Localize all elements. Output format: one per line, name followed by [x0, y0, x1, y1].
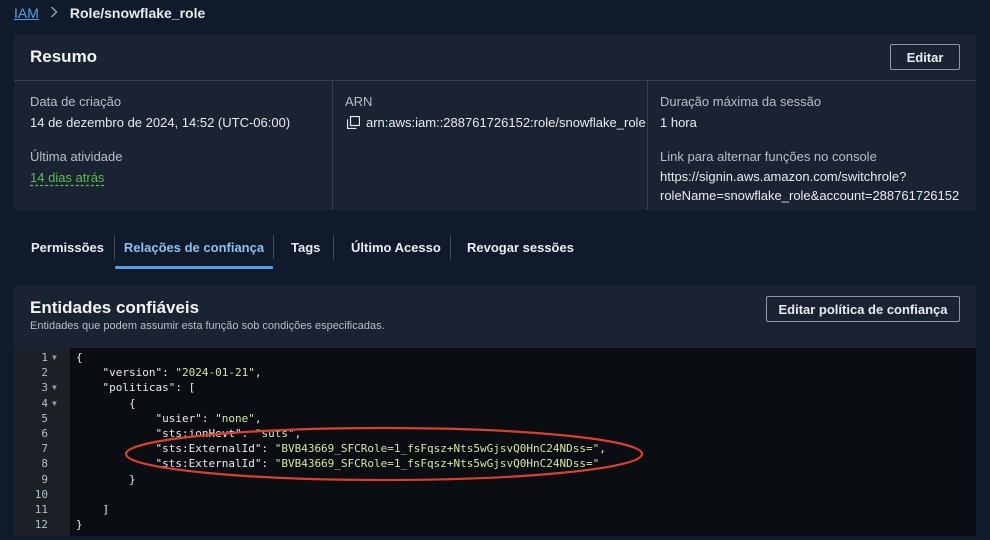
tab-revoke-sessions[interactable]: Revogar sessões	[467, 226, 574, 268]
line-number: 7	[41, 442, 48, 456]
last-activity-link[interactable]: 14 dias atrás	[30, 170, 104, 185]
code-line: 12}	[14, 517, 976, 532]
tab-tags[interactable]: Tags	[291, 226, 320, 268]
created-value: 14 de dezembro de 2024, 14:52 (UTC-06:00…	[30, 115, 291, 130]
trusted-entities-title: Entidades confiáveis	[30, 298, 200, 317]
max-session-value: 1 hora	[660, 115, 697, 130]
line-number: 12	[34, 518, 48, 532]
breadcrumb-current: Role/snowflake_role	[69, 5, 206, 21]
breadcrumb-iam-link[interactable]: IAM	[14, 5, 39, 21]
trusted-entities-subtitle: Entidades que podem assumir esta função …	[30, 320, 385, 332]
line-number: 11	[34, 503, 48, 516]
code-text: }	[76, 472, 136, 486]
switch-link-label: Link para alternar funções no console	[660, 149, 877, 164]
tab-trust-label: Relações de confiança	[123, 239, 265, 255]
tab-separator	[333, 235, 334, 259]
code-line: 9 }	[14, 472, 976, 487]
tab-last-accessed[interactable]: Último Acesso	[351, 226, 441, 268]
line-number: 10	[34, 487, 48, 501]
tab-separator	[450, 235, 451, 259]
tab-bar: Permissões Relações de confiança Tags Úl…	[14, 226, 976, 269]
created-label: Data de criação	[30, 94, 122, 109]
code-line: 11 ]	[14, 502, 976, 517]
code-text: "version": "2024-01-21",	[102, 366, 262, 380]
code-line: 7 "sts:ExternalId": "BVB43669_SFCRole=1_…	[14, 441, 976, 456]
code-line: 1 ▼ {	[14, 350, 976, 365]
code-text: "usier": "none",	[155, 411, 262, 425]
summary-column-arn: ARN arn:aws:iam::288761726152:role/snowf…	[332, 81, 648, 210]
tab-active-underline	[115, 266, 273, 269]
policy-code-editor[interactable]: 1 ▼{2 "version": "2024-01-21", 3 ▼ "politic…	[14, 348, 976, 536]
summary-column-session: Duração máxima da sessão 1 hora Link par…	[647, 81, 976, 210]
arn-label: ARN	[345, 94, 373, 109]
chevron-right-icon	[50, 5, 58, 21]
line-number: 2	[41, 366, 48, 380]
code-line: 5 "usier": "none",	[14, 411, 976, 426]
code-text: "sts:ExternalId": "BVB43669_SFCRole=1_fs…	[155, 457, 600, 471]
code-line: 2 "version": "2024-01-21",	[14, 365, 976, 380]
tab-trust-relationships[interactable]: Relações de confiança	[115, 226, 273, 269]
copy-icon[interactable]	[346, 115, 361, 130]
line-number: 1	[41, 351, 48, 364]
switch-link-line1[interactable]: https://signin.aws.amazon.com/switchrole…	[660, 167, 906, 186]
breadcrumb: IAM Role/snowflake_role	[14, 4, 205, 22]
switch-link-line2[interactable]: roleName=snowflake_role&account=28876172…	[660, 186, 959, 205]
tab-permissions[interactable]: Permissões	[31, 226, 104, 268]
trusted-entities-panel: Entidades confiáveis Entidades que podem…	[14, 286, 976, 536]
last-activity-value: 14 dias atrás	[30, 168, 104, 187]
arn-value: arn:aws:iam::288761726152:role/snowflake…	[366, 115, 646, 130]
fold-arrow-icon[interactable]: ▼	[52, 350, 57, 365]
line-number: 8	[41, 457, 48, 471]
summary-title: Resumo	[30, 47, 98, 66]
fold-arrow-icon[interactable]: ▼	[52, 380, 57, 395]
code-line: 8 "sts:ExternalId": "BVB43669_SFCRole=1_…	[14, 456, 976, 471]
summary-column-dates: Data de criação 14 de dezembro de 2024, …	[14, 81, 332, 210]
code-line: 3 ▼ "politicas": [	[14, 380, 976, 395]
arn-value-row: arn:aws:iam::288761726152:role/snowflake…	[346, 113, 646, 132]
edit-button[interactable]: Editar	[890, 44, 960, 70]
code-text: }	[76, 518, 83, 532]
tab-separator	[273, 235, 274, 259]
code-text: ]	[76, 503, 110, 516]
line-number: 5	[41, 411, 48, 425]
line-number: 4	[41, 396, 48, 410]
fold-arrow-icon[interactable]: ▼	[52, 396, 57, 411]
max-session-label: Duração máxima da sessão	[660, 94, 822, 109]
code-text: "politicas": [	[102, 381, 196, 395]
code-line: 10	[14, 487, 976, 502]
code-text: "sts:ExternalId": "BVB43669_SFCRole=1_fs…	[155, 442, 606, 456]
code-text: {	[76, 396, 136, 410]
edit-trust-policy-button[interactable]: Editar política de confiança	[766, 296, 960, 322]
code-line: 4 ▼ {	[14, 396, 976, 411]
line-number: 3	[41, 381, 48, 395]
line-number: 6	[41, 427, 48, 440]
line-number: 9	[41, 472, 48, 486]
code-text: "sts:ionHevt": "suts",	[155, 427, 302, 440]
code-text: {	[76, 351, 83, 364]
last-activity-label: Última atividade	[30, 149, 123, 164]
code-line: 6 "sts:ionHevt": "suts",	[14, 426, 976, 441]
summary-panel: Resumo Editar Data de criação 14 de deze…	[14, 34, 976, 210]
